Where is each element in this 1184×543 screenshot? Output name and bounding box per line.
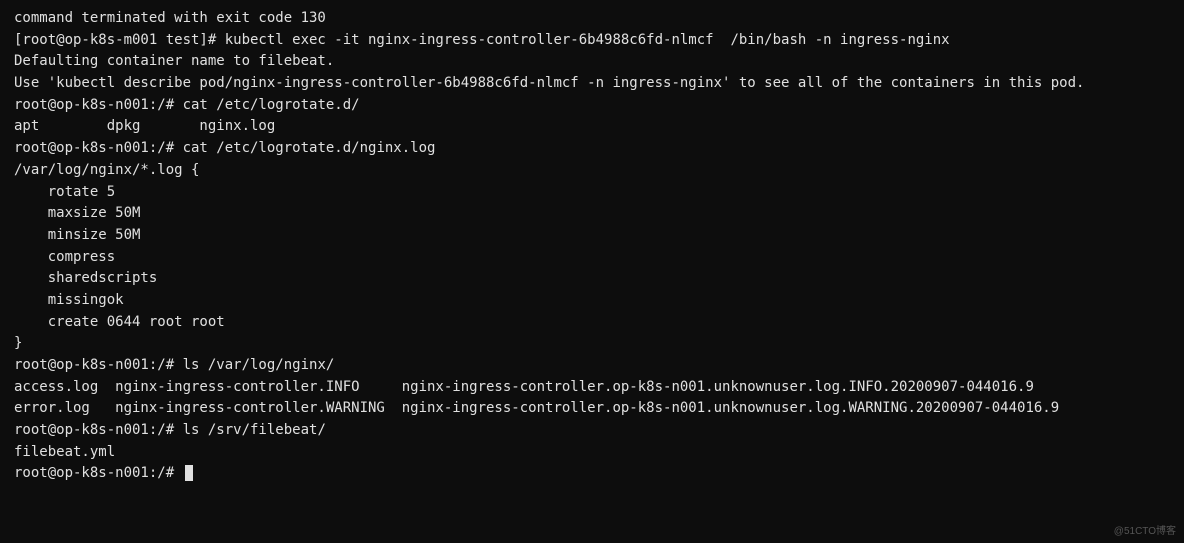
shell-prompt: root@op-k8s-n001:/# [14,357,183,373]
terminal-output-line: compress [14,247,1170,269]
command-text: ls /srv/filebeat/ [183,422,326,438]
terminal-output-line: Use 'kubectl describe pod/nginx-ingress-… [14,73,1170,95]
terminal-command-line[interactable]: root@op-k8s-n001:/# cat /etc/logrotate.d… [14,95,1170,117]
watermark-text: @51CTO博客 [1114,524,1176,540]
terminal-command-line[interactable]: root@op-k8s-n001:/# cat /etc/logrotate.d… [14,138,1170,160]
output-text: sharedscripts [14,270,157,286]
output-text: create 0644 root root [14,314,225,330]
output-text: command terminated with exit code 130 [14,10,326,26]
terminal-output-line: access.log nginx-ingress-controller.INFO… [14,377,1170,399]
output-text: access.log nginx-ingress-controller.INFO… [14,379,1034,395]
shell-prompt: root@op-k8s-n001:/# [14,465,183,481]
shell-prompt: root@op-k8s-n001:/# [14,140,183,156]
terminal-output-line: sharedscripts [14,268,1170,290]
terminal-command-line[interactable]: [root@op-k8s-m001 test]# kubectl exec -i… [14,30,1170,52]
command-text: cat /etc/logrotate.d/ [183,97,360,113]
terminal-output-line: error.log nginx-ingress-controller.WARNI… [14,398,1170,420]
output-text: Defaulting container name to filebeat. [14,53,334,69]
command-text: ls /var/log/nginx/ [183,357,335,373]
output-text: } [14,335,22,351]
terminal-output-line: missingok [14,290,1170,312]
terminal-output-line: } [14,333,1170,355]
output-text: filebeat.yml [14,444,115,460]
output-text: Use 'kubectl describe pod/nginx-ingress-… [14,75,1084,91]
cursor-icon [185,465,193,481]
terminal-output-line: rotate 5 [14,182,1170,204]
output-text: minsize 50M [14,227,140,243]
output-text: compress [14,249,115,265]
terminal-command-line[interactable]: root@op-k8s-n001:/# [14,463,1170,485]
shell-prompt: root@op-k8s-n001:/# [14,97,183,113]
terminal-command-line[interactable]: root@op-k8s-n001:/# ls /srv/filebeat/ [14,420,1170,442]
output-text: error.log nginx-ingress-controller.WARNI… [14,400,1059,416]
terminal-output-line: /var/log/nginx/*.log { [14,160,1170,182]
command-text: kubectl exec -it nginx-ingress-controlle… [225,32,950,48]
terminal-output-line: create 0644 root root [14,312,1170,334]
terminal-command-line[interactable]: root@op-k8s-n001:/# ls /var/log/nginx/ [14,355,1170,377]
output-text: missingok [14,292,124,308]
output-text: maxsize 50M [14,205,140,221]
shell-prompt: [root@op-k8s-m001 test]# [14,32,225,48]
output-text: rotate 5 [14,184,115,200]
output-text: apt dpkg nginx.log [14,118,275,134]
terminal-output-line: maxsize 50M [14,203,1170,225]
terminal-output-line: minsize 50M [14,225,1170,247]
output-text: /var/log/nginx/*.log { [14,162,199,178]
terminal-output-line: filebeat.yml [14,442,1170,464]
terminal-output-line: command terminated with exit code 130 [14,8,1170,30]
command-text: cat /etc/logrotate.d/nginx.log [183,140,436,156]
terminal-output-line: apt dpkg nginx.log [14,116,1170,138]
shell-prompt: root@op-k8s-n001:/# [14,422,183,438]
terminal-output-line: Defaulting container name to filebeat. [14,51,1170,73]
